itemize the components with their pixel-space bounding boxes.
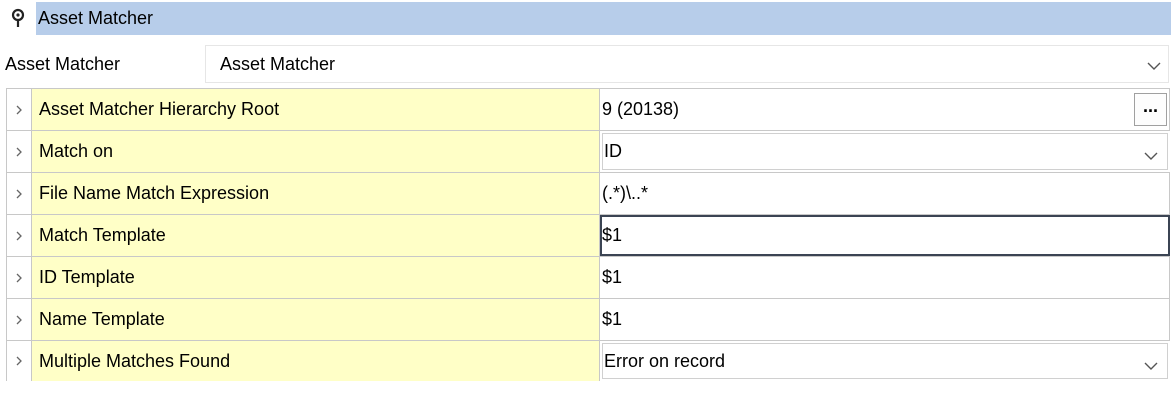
panel-title-bar: Asset Matcher: [36, 2, 1171, 35]
asset-matcher-selector-row: Asset Matcher Asset Matcher: [0, 44, 1171, 84]
property-name: Asset Matcher Hierarchy Root: [32, 89, 600, 130]
property-value: Error on record: [604, 350, 726, 371]
property-value: 9 (20138): [602, 99, 680, 119]
expand-chevron-icon[interactable]: [6, 299, 32, 340]
asset-matcher-dropdown[interactable]: Asset Matcher: [205, 45, 1169, 83]
property-row: Asset Matcher Hierarchy Root 9 (20138) .…: [6, 89, 1170, 131]
property-value-field[interactable]: $1: [600, 257, 1170, 298]
property-name: Multiple Matches Found: [32, 341, 600, 381]
property-value: $1: [602, 267, 623, 287]
property-name: Name Template: [32, 299, 600, 340]
property-value-field[interactable]: $1: [600, 299, 1170, 340]
browse-button[interactable]: ...: [1134, 93, 1167, 126]
expand-chevron-icon[interactable]: [6, 131, 32, 172]
property-value: $1: [602, 309, 623, 329]
expand-chevron-icon[interactable]: [6, 173, 32, 214]
multiple-matches-dropdown[interactable]: Error on record: [602, 343, 1168, 379]
property-name: Match Template: [32, 215, 600, 256]
property-row: Multiple Matches Found Error on record: [6, 341, 1170, 381]
property-row: Match on ID: [6, 131, 1170, 173]
property-value-field[interactable]: (.*)\..*: [600, 173, 1170, 214]
match-template-input[interactable]: $1: [600, 215, 1170, 256]
property-grid: Asset Matcher Hierarchy Root 9 (20138) .…: [6, 88, 1170, 381]
property-row: ID Template $1: [6, 257, 1170, 299]
property-name: Match on: [32, 131, 600, 172]
property-value: $1: [602, 225, 623, 245]
property-name: ID Template: [32, 257, 600, 298]
property-row: Match Template $1: [6, 215, 1170, 257]
property-value-field[interactable]: 9 (20138) ...: [600, 89, 1170, 130]
expand-chevron-icon[interactable]: [6, 215, 32, 256]
property-row: Name Template $1: [6, 299, 1170, 341]
property-name: File Name Match Expression: [32, 173, 600, 214]
selector-label: Asset Matcher: [5, 53, 121, 74]
chevron-down-icon: [1143, 146, 1159, 167]
property-row: File Name Match Expression (.*)\..*: [6, 173, 1170, 215]
expand-chevron-icon[interactable]: [6, 89, 32, 130]
property-value: ID: [604, 141, 622, 161]
selector-value: Asset Matcher: [220, 53, 336, 74]
match-on-dropdown[interactable]: ID: [602, 133, 1168, 170]
property-value: (.*)\..*: [602, 183, 649, 203]
expand-chevron-icon[interactable]: [6, 341, 32, 381]
chevron-down-icon: [1146, 56, 1162, 77]
panel-header: Asset Matcher: [0, 0, 1171, 36]
chevron-down-icon: [1143, 356, 1159, 377]
panel-title: Asset Matcher: [38, 8, 154, 28]
pin-icon[interactable]: [0, 0, 36, 36]
expand-chevron-icon[interactable]: [6, 257, 32, 298]
